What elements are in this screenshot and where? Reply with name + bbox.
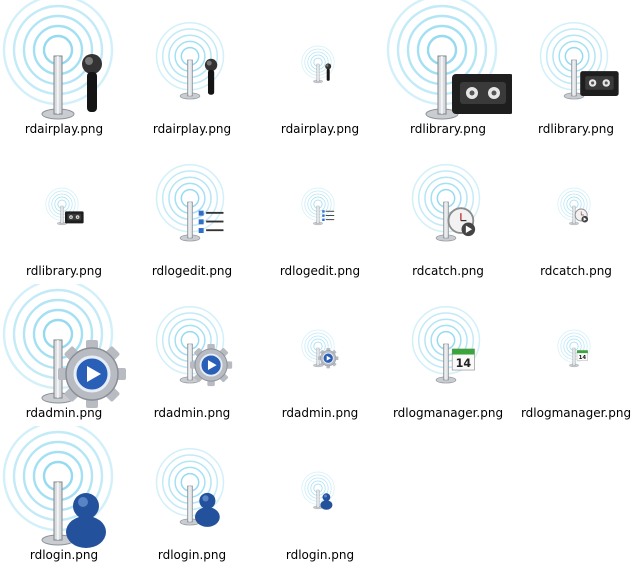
admin-gear-icon — [0, 278, 128, 408]
file-icon-grid: rdairplay.png rdairplay.png rdairplay.pn… — [0, 0, 640, 568]
file-item[interactable]: rdlogin.png — [256, 426, 384, 568]
file-name-label: rdlogin.png — [285, 548, 355, 562]
login-user-icon — [0, 420, 128, 550]
file-name-label: rdlibrary.png — [26, 264, 102, 278]
library-cassette-icon — [384, 0, 514, 124]
file-item[interactable]: rdadmin.png — [0, 278, 128, 426]
file-item[interactable]: rdadmin.png — [256, 284, 384, 426]
logedit-list-icon — [128, 142, 256, 266]
airplay-microphone-icon — [128, 0, 256, 124]
file-name-label: rdlogin.png — [29, 548, 99, 562]
file-name-label: rdadmin.png — [25, 406, 103, 420]
file-item[interactable]: rdlibrary.png — [512, 0, 640, 142]
logedit-list-icon — [256, 142, 384, 266]
airplay-microphone-icon — [0, 0, 128, 124]
file-name-label: rdairplay.png — [280, 122, 360, 136]
file-name-label: rdairplay.png — [152, 122, 232, 136]
file-item[interactable]: rdlibrary.png — [0, 142, 128, 284]
file-item[interactable]: rdlogedit.png — [128, 142, 256, 284]
file-item[interactable]: rdairplay.png — [0, 0, 128, 142]
file-item[interactable]: rdcatch.png — [512, 142, 640, 284]
file-name-label: rdadmin.png — [281, 406, 359, 420]
file-item[interactable]: rdlibrary.png — [384, 0, 514, 142]
library-cassette-icon — [512, 0, 640, 124]
file-item[interactable]: rdlogin.png — [0, 420, 128, 568]
file-name-label: rdlibrary.png — [410, 122, 486, 136]
file-item[interactable]: rdlogedit.png — [256, 142, 384, 284]
file-name-label: rdlogedit.png — [151, 264, 233, 278]
admin-gear-icon — [128, 284, 256, 408]
logmanager-calendar-icon: 14 — [384, 284, 512, 408]
file-name-label: rdadmin.png — [153, 406, 231, 420]
file-name-label: rdlibrary.png — [538, 122, 614, 136]
airplay-microphone-icon — [256, 0, 384, 124]
library-cassette-icon — [0, 142, 128, 266]
svg-text:14: 14 — [579, 355, 587, 361]
file-item[interactable]: rdairplay.png — [256, 0, 384, 142]
login-user-icon — [128, 426, 256, 550]
file-item[interactable]: rdadmin.png — [128, 284, 256, 426]
file-name-label: rdlogmanager.png — [520, 406, 632, 420]
file-item[interactable]: rdlogin.png — [128, 426, 256, 568]
catch-clock-icon — [512, 142, 640, 266]
file-item[interactable]: rdairplay.png — [128, 0, 256, 142]
file-item[interactable]: rdcatch.png — [384, 142, 512, 284]
login-user-icon — [256, 426, 384, 550]
file-name-label: rdlogedit.png — [279, 264, 361, 278]
logmanager-calendar-icon: 14 — [512, 284, 640, 408]
file-item[interactable]: 14 rdlogmanager.png — [512, 284, 640, 426]
file-name-label: rdlogmanager.png — [392, 406, 504, 420]
file-item[interactable]: 14 rdlogmanager.png — [384, 284, 512, 426]
admin-gear-icon — [256, 284, 384, 408]
file-name-label: rdairplay.png — [24, 122, 104, 136]
svg-text:14: 14 — [456, 357, 472, 370]
file-name-label: rdlogin.png — [157, 548, 227, 562]
file-name-label: rdcatch.png — [540, 264, 612, 278]
file-name-label: rdcatch.png — [412, 264, 484, 278]
catch-clock-icon — [384, 142, 512, 266]
